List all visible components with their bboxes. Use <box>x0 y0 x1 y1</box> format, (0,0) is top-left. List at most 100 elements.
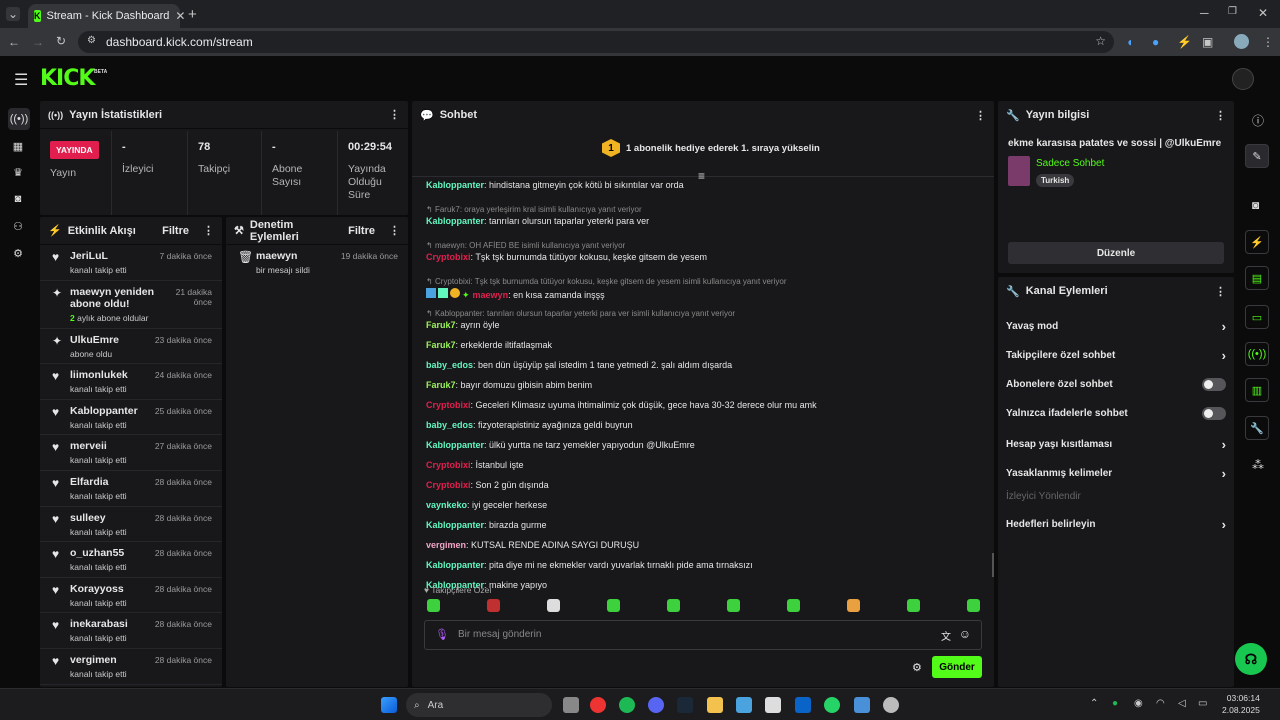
chat-username[interactable]: maewyn <box>473 290 509 300</box>
moderation-filter-button[interactable]: Filtre <box>348 225 375 237</box>
task-view-icon[interactable] <box>563 697 579 713</box>
chat-message[interactable]: Faruk7: erkeklerde iltifatlaşmak <box>426 340 552 350</box>
chat-message[interactable]: ✦ maewyn: en kısa zamanda inşşş <box>426 288 605 301</box>
chat-settings-icon[interactable]: ⚙ <box>912 661 922 674</box>
activity-filter-button[interactable]: Filtre <box>162 225 189 237</box>
chat-message[interactable]: baby_edos: ben dün üşüyüp şal istedim 1 … <box>426 360 732 370</box>
hamburger-menu-icon[interactable]: ☰ <box>14 70 28 90</box>
emote-icon[interactable] <box>487 599 500 612</box>
kick-logo[interactable]: KICK <box>40 66 95 91</box>
chat-message[interactable]: Faruk7: ayrın öyle <box>426 320 500 330</box>
reply-context[interactable]: ↰ maewyn: OH AFİED BE isimli kullanıcıya… <box>426 241 625 250</box>
channel-action-item[interactable]: Abonelere özel sohbet <box>1006 377 1226 391</box>
taskbar-clock[interactable]: 03:06:14 2.08.2025 <box>1222 692 1260 716</box>
spotify-icon[interactable] <box>619 697 635 713</box>
chat-username[interactable]: Kabloppanter <box>426 180 484 190</box>
activity-item[interactable]: ♥ o_uzhan55 kanalı takip etti 28 dakika önc… <box>40 542 222 578</box>
tab-list-chevron-icon[interactable]: ⌄ <box>6 7 20 21</box>
gift-leaderboard-banner[interactable]: 1 1 abonelik hediye ederek 1. sıraya yük… <box>602 139 820 157</box>
window-close-icon[interactable]: ✕ <box>1258 6 1268 20</box>
chat-username[interactable]: Faruk7 <box>426 380 456 390</box>
nav-dashboard-icon[interactable]: ▦ <box>8 136 28 156</box>
emote-icon[interactable] <box>727 599 740 612</box>
microphone-icon[interactable]: 🎙 <box>435 628 449 641</box>
emote-icon[interactable] <box>667 599 680 612</box>
battery-icon[interactable]: ▭ <box>1198 698 1207 709</box>
site-info-icon[interactable]: ⚙ <box>87 35 96 46</box>
emote-icon[interactable] <box>547 599 560 612</box>
chat-username[interactable]: Kabloppanter <box>426 216 484 226</box>
user-avatar[interactable] <box>1232 68 1254 90</box>
moderation-item[interactable]: 🗑 maewyn bir mesajı sildi 19 dakika önce <box>226 245 408 281</box>
notes-icon[interactable]: ▤ <box>1245 266 1269 290</box>
toggle-switch[interactable] <box>1202 407 1226 421</box>
discord-icon[interactable] <box>648 697 664 713</box>
chat-username[interactable]: baby_edos <box>426 360 473 370</box>
toggle-switch[interactable] <box>1202 377 1226 391</box>
whatsapp-icon[interactable] <box>824 697 840 713</box>
chat-kebab-icon[interactable]: ⋮ <box>975 109 986 122</box>
chat-username[interactable]: Cryptobixi <box>426 252 471 262</box>
support-headset-icon[interactable]: ☊ <box>1235 643 1267 675</box>
activity-kebab-icon[interactable]: ⋮ <box>203 224 214 237</box>
back-icon[interactable]: ← <box>8 35 20 49</box>
profile-avatar[interactable] <box>1234 34 1249 49</box>
layout-icon[interactable]: ▥ <box>1245 378 1269 402</box>
emote-icon[interactable] <box>907 599 920 612</box>
chat-username[interactable]: Faruk7 <box>426 340 456 350</box>
chat-username[interactable]: Cryptobixi <box>426 460 471 470</box>
chat-message[interactable]: Kabloppanter: birazda gurme <box>426 520 547 530</box>
tray-icon[interactable]: ◉ <box>1134 698 1143 709</box>
forward-icon[interactable]: → <box>32 35 44 49</box>
file-explorer-icon[interactable] <box>707 697 723 713</box>
broadcast-action-icon[interactable]: ((•)) <box>1245 342 1269 366</box>
extensions-puzzle-icon[interactable]: ▣ <box>1202 35 1213 49</box>
app-icon[interactable] <box>765 697 781 713</box>
channel-action-item[interactable]: Yalnızca ifadelerle sohbet <box>1006 407 1226 421</box>
chat-message[interactable]: Kabloppanter: tanrıları olursun taparlar… <box>426 216 649 226</box>
emote-icon[interactable] <box>607 599 620 612</box>
tools-icon[interactable]: 🔧 <box>1245 416 1269 440</box>
extension-icon[interactable]: ◖ <box>1126 35 1133 49</box>
chat-message[interactable]: baby_edos: fizyoterapistiniz ayağınıza g… <box>426 420 633 430</box>
groups-icon[interactable]: ⁂ <box>1252 458 1264 472</box>
chat-username[interactable]: Cryptobixi <box>426 400 471 410</box>
chat-username[interactable]: baby_edos <box>426 420 473 430</box>
edit-pen-icon[interactable]: ✎ <box>1245 144 1269 168</box>
activity-item[interactable]: ♥ Korayyoss kanalı takip etti 28 dakika önc… <box>40 578 222 614</box>
reload-icon[interactable]: ↻ <box>56 34 66 48</box>
windows-start-icon[interactable] <box>381 697 397 713</box>
chat-username[interactable]: Kabloppanter <box>426 560 484 570</box>
chat-username[interactable]: Kabloppanter <box>426 520 484 530</box>
chat-message[interactable]: Kabloppanter: hindistana gitmeyin çok kö… <box>426 180 684 190</box>
outlook-icon[interactable] <box>795 697 811 713</box>
chat-message[interactable]: vergimen: KUTSAL RENDE ADINA SAYGI DURUŞ… <box>426 540 639 550</box>
nav-settings-icon[interactable]: ⚙ <box>8 243 28 263</box>
chat-username[interactable]: vergimen <box>426 540 466 550</box>
tray-chevron-icon[interactable]: ⌃ <box>1090 698 1098 709</box>
nav-users-icon[interactable]: ⚇ <box>8 216 28 236</box>
chat-username[interactable]: vaynkeko <box>426 500 467 510</box>
reply-context[interactable]: ↰ Kabloppanter: tanrıları olursun taparl… <box>426 309 735 318</box>
chat-message[interactable]: Kabloppanter: ülkü yurtta ne tarz yemekl… <box>426 440 695 450</box>
activity-item[interactable]: ♥ vergimen kanalı takip etti 28 dakika önce <box>40 649 222 685</box>
category-name[interactable]: Sadece Sohbet <box>1036 158 1104 169</box>
emote-icon[interactable] <box>847 599 860 612</box>
wifi-icon[interactable]: ◠ <box>1156 698 1165 709</box>
chat-message[interactable]: Kabloppanter: pita diye mi ne ekmekler v… <box>426 560 753 570</box>
stats-kebab-icon[interactable]: ⋮ <box>389 108 400 121</box>
emote-icon[interactable] <box>787 599 800 612</box>
chat-message[interactable]: Cryptobixi: Tşk tşk burnumda tütüyor kok… <box>426 252 707 262</box>
camera-icon[interactable]: ◙ <box>1252 198 1259 212</box>
chat-input[interactable]: 🎙 Bir mesaj gönderin 文 ☺ <box>424 620 982 650</box>
chat-username[interactable]: Kabloppanter <box>426 440 484 450</box>
chat-message[interactable]: Cryptobixi: Son 2 gün dışında <box>426 480 549 490</box>
chat-message[interactable]: Cryptobixi: İstanbul işte <box>426 460 524 470</box>
activity-item[interactable]: ✦ maewyn yeniden abone oldu! 2 aylık abone… <box>40 281 222 329</box>
browser-tab[interactable]: K Stream - Kick Dashboard ✕ <box>28 4 185 28</box>
tab-close-icon[interactable]: ✕ <box>175 9 185 23</box>
activity-item[interactable]: ♥ merveii kanalı takip etti 27 dakika önce <box>40 435 222 471</box>
restore-icon[interactable]: ❐ <box>1228 6 1237 17</box>
chat-message[interactable]: vaynkeko: iyi geceler herkese <box>426 500 547 510</box>
activity-item[interactable]: ♥ liimonlukek kanalı takip etti 24 dakika ö… <box>40 364 222 400</box>
